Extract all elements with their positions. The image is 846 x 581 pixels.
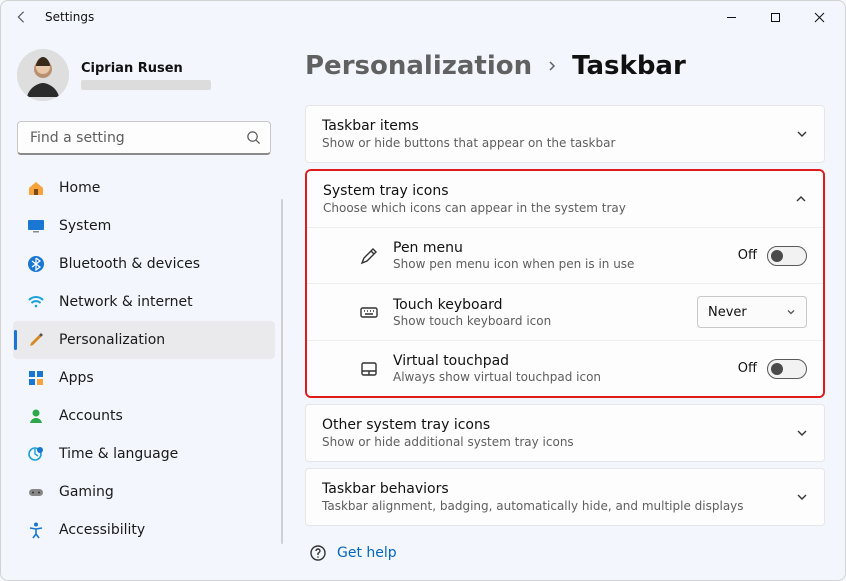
close-button[interactable] xyxy=(797,1,841,33)
setting-title: Virtual touchpad xyxy=(393,353,724,369)
expander-other-tray-icons[interactable]: Other system tray icons Show or hide add… xyxy=(305,404,825,462)
setting-row-touch-keyboard: Touch keyboard Show touch keyboard icon … xyxy=(307,283,823,340)
keyboard-icon xyxy=(359,302,379,322)
setting-row-virtual-touchpad: Virtual touchpad Always show virtual tou… xyxy=(307,340,823,396)
nav-list: Home System Bluetooth & devices Network … xyxy=(13,169,275,549)
sidebar-item-bluetooth[interactable]: Bluetooth & devices xyxy=(13,245,275,283)
back-button[interactable] xyxy=(5,1,37,33)
dropdown-touch-keyboard[interactable]: Never xyxy=(697,296,807,328)
expander-subtitle: Taskbar alignment, badging, automaticall… xyxy=(322,499,782,513)
titlebar: Settings xyxy=(1,1,845,33)
help-label: Get help xyxy=(337,545,397,561)
expander-title: Other system tray icons xyxy=(322,417,782,433)
expander-system-tray-icons: System tray icons Choose which icons can… xyxy=(307,171,823,396)
sidebar-item-label: Personalization xyxy=(59,332,165,348)
sidebar-item-label: Time & language xyxy=(59,446,178,462)
person-icon xyxy=(27,407,45,425)
toggle-state-label: Off xyxy=(738,248,757,263)
expander-subtitle: Choose which icons can appear in the sys… xyxy=(323,201,781,215)
sidebar-item-label: Network & internet xyxy=(59,294,193,310)
account-email-redacted xyxy=(81,80,211,90)
expander-subtitle: Show or hide buttons that appear on the … xyxy=(322,136,782,150)
sidebar-item-accessibility[interactable]: Accessibility xyxy=(13,511,275,549)
search-input[interactable] xyxy=(17,121,271,155)
globe-clock-icon xyxy=(27,445,45,463)
window-controls xyxy=(709,1,841,33)
sidebar-item-label: Accounts xyxy=(59,408,123,424)
toggle-pen-menu[interactable] xyxy=(767,246,807,266)
setting-title: Touch keyboard xyxy=(393,297,683,313)
highlight-annotation: System tray icons Choose which icons can… xyxy=(305,169,825,398)
sidebar-item-apps[interactable]: Apps xyxy=(13,359,275,397)
expander-taskbar-behaviors[interactable]: Taskbar behaviors Taskbar alignment, bad… xyxy=(305,468,825,526)
setting-subtitle: Always show virtual touchpad icon xyxy=(393,370,724,384)
toggle-state-label: Off xyxy=(738,361,757,376)
expander-title: System tray icons xyxy=(323,183,781,199)
sidebar-item-label: System xyxy=(59,218,111,234)
minimize-button[interactable] xyxy=(709,1,753,33)
paintbrush-icon xyxy=(27,331,45,349)
sidebar: Ciprian Rusen Home System xyxy=(1,33,283,580)
gamepad-icon xyxy=(27,483,45,501)
sidebar-item-accounts[interactable]: Accounts xyxy=(13,397,275,435)
toggle-virtual-touchpad[interactable] xyxy=(767,359,807,379)
setting-title: Pen menu xyxy=(393,240,724,256)
chevron-down-icon xyxy=(796,488,808,507)
search-icon xyxy=(246,130,261,149)
wifi-icon xyxy=(27,293,45,311)
sidebar-item-personalization[interactable]: Personalization xyxy=(13,321,275,359)
pen-icon xyxy=(359,246,379,266)
sidebar-item-label: Home xyxy=(59,180,100,196)
sidebar-item-label: Apps xyxy=(59,370,94,386)
chevron-down-icon xyxy=(796,125,808,144)
settings-window: Settings Ciprian Rusen xyxy=(0,0,846,581)
accessibility-icon xyxy=(27,521,45,539)
main-content: Personalization Taskbar Taskbar items Sh… xyxy=(283,33,845,580)
chevron-up-icon xyxy=(795,190,807,209)
account-block[interactable]: Ciprian Rusen xyxy=(13,45,275,113)
expander-title: Taskbar behaviors xyxy=(322,481,782,497)
apps-icon xyxy=(27,369,45,387)
avatar xyxy=(17,49,69,101)
get-help-link[interactable]: Get help xyxy=(305,532,825,562)
sidebar-item-system[interactable]: System xyxy=(13,207,275,245)
sidebar-item-gaming[interactable]: Gaming xyxy=(13,473,275,511)
setting-subtitle: Show pen menu icon when pen is in use xyxy=(393,257,724,271)
home-icon xyxy=(27,179,45,197)
breadcrumb: Personalization Taskbar xyxy=(305,51,825,81)
sidebar-item-label: Accessibility xyxy=(59,522,145,538)
chevron-down-icon xyxy=(786,307,796,317)
chevron-down-icon xyxy=(796,424,808,443)
system-icon xyxy=(27,217,45,235)
sidebar-item-home[interactable]: Home xyxy=(13,169,275,207)
bluetooth-icon xyxy=(27,255,45,273)
expander-taskbar-items[interactable]: Taskbar items Show or hide buttons that … xyxy=(305,105,825,163)
expander-header[interactable]: System tray icons Choose which icons can… xyxy=(307,171,823,227)
setting-row-pen-menu: Pen menu Show pen menu icon when pen is … xyxy=(307,227,823,283)
breadcrumb-current: Taskbar xyxy=(572,51,686,81)
setting-subtitle: Show touch keyboard icon xyxy=(393,314,683,328)
account-name: Ciprian Rusen xyxy=(81,61,211,76)
touchpad-icon xyxy=(359,359,379,379)
help-icon xyxy=(309,544,327,562)
sidebar-item-label: Bluetooth & devices xyxy=(59,256,200,272)
sidebar-item-label: Gaming xyxy=(59,484,114,500)
dropdown-value: Never xyxy=(708,305,747,320)
chevron-right-icon xyxy=(546,57,558,76)
sidebar-item-time-language[interactable]: Time & language xyxy=(13,435,275,473)
expander-title: Taskbar items xyxy=(322,118,782,134)
sidebar-item-network[interactable]: Network & internet xyxy=(13,283,275,321)
breadcrumb-parent[interactable]: Personalization xyxy=(305,51,532,81)
expander-subtitle: Show or hide additional system tray icon… xyxy=(322,435,782,449)
app-title: Settings xyxy=(45,10,94,24)
maximize-button[interactable] xyxy=(753,1,797,33)
